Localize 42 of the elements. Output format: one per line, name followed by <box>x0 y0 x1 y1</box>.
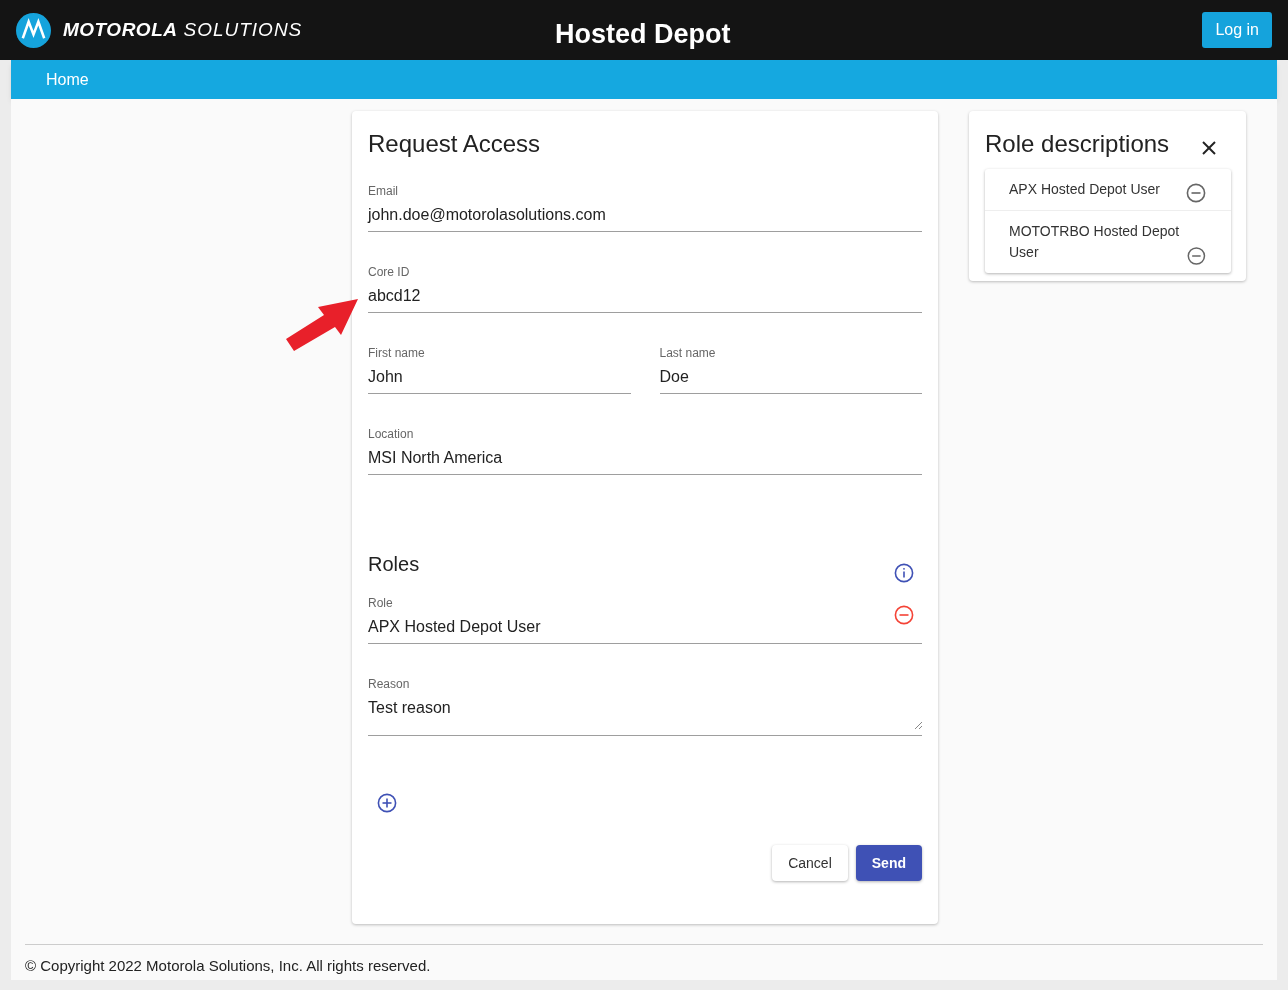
role-field[interactable]: Role APX Hosted Depot User <box>368 595 922 644</box>
field-label: Reason <box>368 676 411 692</box>
copyright-text: © Copyright 2022 Motorola Solutions, Inc. All rights reserved. <box>25 956 432 976</box>
logo-icon <box>16 12 51 48</box>
field-label: First name <box>368 345 426 361</box>
field-value: john.doe@motorolasolutions.com <box>368 205 607 225</box>
field-label: Location <box>368 426 415 442</box>
role-list-item[interactable]: APX Hosted Depot User <box>985 169 1231 210</box>
brand-subtitle: SOLUTIONS <box>183 17 303 42</box>
text-field[interactable]: Last name Doe <box>659 345 922 394</box>
field-label: Last name <box>659 345 717 361</box>
text-field[interactable]: First name John <box>368 345 631 394</box>
text-field[interactable]: Email john.doe@motorolasolutions.com <box>368 183 922 232</box>
field-value: APX Hosted Depot User <box>368 617 542 637</box>
field-value: abcd12 <box>368 286 422 306</box>
info-icon[interactable] <box>894 563 914 583</box>
role-list-item[interactable]: MOTOTRBO Hosted Depot User <box>985 210 1231 273</box>
field-label: Core ID <box>368 264 411 280</box>
form-title: Request Access <box>368 129 542 159</box>
field-value: Doe <box>659 367 690 387</box>
field-value: Test reason <box>368 698 452 718</box>
roles-title: Roles <box>368 552 420 577</box>
close-icon[interactable] <box>1202 141 1216 155</box>
field-label: Role <box>368 595 394 611</box>
text-field[interactable]: Core ID abcd12 <box>368 264 922 313</box>
reason-field[interactable]: Reason Test reason <box>368 676 922 736</box>
panel-title: Role descriptions <box>985 129 1170 159</box>
role-name: APX Hosted Depot User <box>1009 180 1160 199</box>
brand-name: MOTOROLA <box>63 17 178 42</box>
text-field[interactable]: Location MSI North America <box>368 426 922 475</box>
field-value: MSI North America <box>368 448 504 468</box>
collapse-icon[interactable] <box>1186 183 1206 203</box>
collapse-icon[interactable] <box>1187 246 1206 266</box>
add-icon[interactable] <box>377 793 397 813</box>
app-title: Hosted Depot <box>555 18 731 51</box>
role-name: MOTOTRBO Hosted Depot User <box>1009 222 1181 262</box>
remove-role-icon[interactable] <box>894 605 914 625</box>
field-label: Email <box>368 183 399 199</box>
send-button[interactable]: Send <box>855 845 922 881</box>
cancel-button[interactable]: Cancel <box>772 845 848 881</box>
field-value: John <box>368 367 404 387</box>
resize-handle-icon[interactable] <box>914 721 922 729</box>
